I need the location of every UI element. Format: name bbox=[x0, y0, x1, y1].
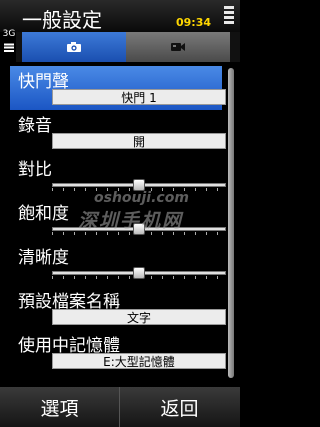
options-button[interactable]: 選項 bbox=[0, 387, 120, 427]
softkey-bar: 選項 返回 bbox=[0, 387, 240, 427]
setting-value[interactable]: 快門 1 bbox=[52, 89, 226, 105]
back-button[interactable]: 返回 bbox=[120, 387, 239, 427]
tab-bar bbox=[16, 32, 240, 62]
signal-indicator: 3G bbox=[2, 30, 16, 64]
video-camera-icon bbox=[171, 43, 185, 51]
setting-recording[interactable]: 錄音 開 bbox=[10, 110, 226, 154]
setting-contrast[interactable]: 對比 bbox=[10, 154, 226, 198]
setting-saturation[interactable]: 飽和度 bbox=[10, 198, 226, 242]
title-bar: 一般設定 09:34 bbox=[0, 0, 240, 32]
contrast-slider[interactable] bbox=[52, 179, 226, 191]
clock: 09:34 bbox=[176, 16, 212, 29]
settings-list: 快門聲 快門 1 錄音 開 對比 飽和度 清晰度 預設檔案名稱 文字 使用中記憶… bbox=[10, 66, 226, 374]
signal-strength-icon bbox=[4, 42, 14, 52]
setting-label: 飽和度 bbox=[18, 204, 69, 224]
sharpness-slider[interactable] bbox=[52, 267, 226, 279]
slider-knob[interactable] bbox=[133, 267, 145, 279]
tab-camera[interactable] bbox=[22, 32, 126, 62]
setting-label: 錄音 bbox=[18, 116, 52, 136]
setting-memory-in-use[interactable]: 使用中記憶體 E:大型記憶體 bbox=[10, 330, 226, 374]
setting-value[interactable]: E:大型記憶體 bbox=[52, 353, 226, 369]
slider-knob[interactable] bbox=[133, 179, 145, 191]
saturation-slider[interactable] bbox=[52, 223, 226, 235]
page-title: 一般設定 bbox=[22, 8, 102, 32]
setting-sharpness[interactable]: 清晰度 bbox=[10, 242, 226, 286]
network-type: 3G bbox=[2, 29, 16, 39]
slider-knob[interactable] bbox=[133, 223, 145, 235]
setting-shutter-sound[interactable]: 快門聲 快門 1 bbox=[10, 66, 226, 110]
setting-label: 對比 bbox=[18, 160, 52, 180]
camera-icon bbox=[67, 42, 81, 52]
scrollbar[interactable] bbox=[228, 68, 234, 378]
setting-label: 清晰度 bbox=[18, 248, 69, 268]
setting-default-filename[interactable]: 預設檔案名稱 文字 bbox=[10, 286, 226, 330]
scrollbar-thumb[interactable] bbox=[228, 68, 234, 378]
setting-value[interactable]: 開 bbox=[52, 133, 226, 149]
tab-video[interactable] bbox=[126, 32, 230, 62]
battery-icon bbox=[224, 6, 234, 28]
setting-value[interactable]: 文字 bbox=[52, 309, 226, 325]
